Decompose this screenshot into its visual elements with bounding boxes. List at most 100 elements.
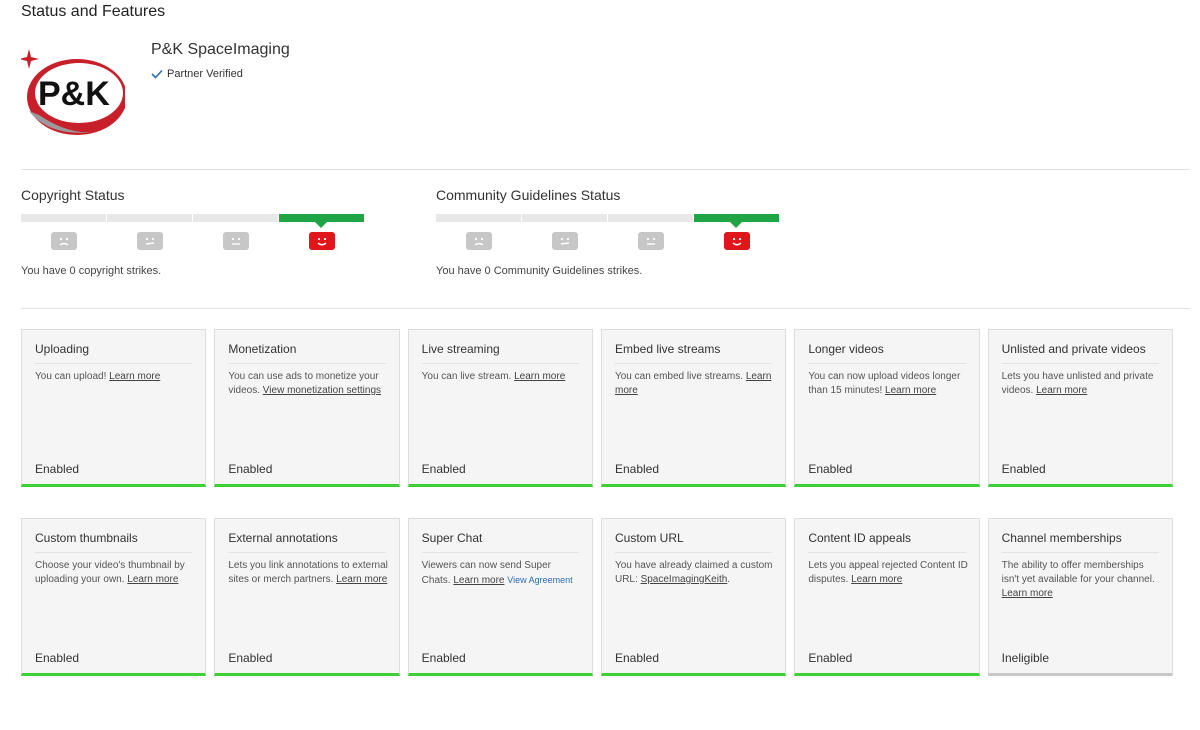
strike-bar-segment [694, 214, 779, 228]
feature-state: Enabled [228, 651, 273, 665]
community-strike-bar [436, 214, 781, 228]
learn-more-link[interactable]: View monetization settings [263, 385, 381, 396]
smiley-face-icon [723, 232, 750, 250]
feature-card: Custom URL You have already claimed a cus… [600, 518, 787, 676]
face-slot [279, 232, 364, 250]
feature-description: Viewers can now send Super Chats. Learn … [422, 559, 582, 588]
feature-state: Enabled [614, 462, 660, 476]
feature-state: Enabled [421, 462, 466, 476]
feature-title: Monetization [228, 342, 386, 364]
feature-state: Enabled [614, 651, 660, 665]
feature-state: Enabled [808, 462, 853, 476]
strike-bar-segment [608, 214, 693, 222]
feature-state: Enabled [421, 651, 466, 665]
feature-card: Content ID appeals Lets you appeal reject… [794, 518, 980, 676]
community-status-note: You have 0 Community Guidelines strikes. [436, 265, 643, 277]
community-status-title: Community Guidelines Status [436, 187, 621, 203]
feature-card: Channel memberships The ability to offer … [987, 518, 1173, 676]
learn-more-link[interactable]: Learn more [453, 575, 504, 586]
learn-more-link[interactable]: Learn more [109, 371, 160, 382]
feature-title: Embed live streams [614, 342, 773, 364]
feature-state: Enabled [35, 651, 80, 665]
feature-description: Lets you appeal rejected Content ID disp… [808, 559, 968, 587]
learn-more-link[interactable]: SpaceImagingKeith [641, 574, 728, 585]
face-slot [107, 232, 192, 250]
feature-description: You have already claimed a custom URL: S… [615, 559, 775, 587]
feature-title: Super Chat [421, 531, 579, 553]
feature-description: Lets you have unlisted and private video… [1002, 370, 1162, 398]
feature-card: Longer videos You can now upload videos l… [794, 329, 980, 487]
learn-more-link[interactable]: Learn more [851, 574, 902, 585]
copyright-strike-faces [21, 232, 366, 250]
face-slot [694, 232, 779, 250]
feature-title: Unlisted and private videos [1001, 342, 1159, 364]
feature-title: Content ID appeals [808, 531, 966, 553]
feature-text: You can upload! [35, 371, 107, 382]
feature-card: Embed live streams You can embed live str… [600, 329, 787, 487]
face-slot [21, 232, 106, 250]
copyright-status-title: Copyright Status [21, 187, 125, 203]
feature-title: Live streaming [421, 342, 579, 364]
feature-state: Ineligible [1001, 651, 1050, 665]
feature-title: Custom thumbnails [35, 531, 193, 553]
feature-description: You can upload! Learn more [35, 370, 195, 384]
learn-more-link[interactable]: Learn more [127, 574, 178, 585]
feature-description: Lets you link annotations to external si… [228, 559, 388, 587]
frown-face-icon [136, 232, 163, 250]
svg-text:P&K: P&K [38, 75, 110, 113]
feature-title: Longer videos [808, 342, 966, 364]
feature-card: Super Chat Viewers can now send Super Cha… [407, 518, 593, 676]
strike-bar-segment [193, 214, 278, 222]
feature-description: You can embed live streams. Learn more [615, 370, 775, 398]
copyright-status: Copyright Status You have 0 copyright st… [21, 187, 366, 277]
strike-bar-segment [522, 214, 607, 222]
learn-more-link[interactable]: Learn more [1036, 385, 1087, 396]
feature-text: You can embed live streams. [614, 371, 744, 382]
smiley-face-icon [308, 232, 335, 250]
feature-state: Enabled [35, 462, 80, 476]
frown-face-icon [465, 232, 492, 250]
features-row-1: Uploading You can upload! Learn more Enabl… [21, 329, 1173, 487]
feature-text: You can live stream. [421, 371, 512, 382]
feature-state: Enabled [808, 651, 853, 665]
feature-title: Custom URL [614, 531, 773, 553]
frown-face-icon [222, 232, 249, 250]
frown-face-icon [551, 232, 578, 250]
learn-more-link[interactable]: Learn more [514, 371, 565, 382]
feature-description: The ability to offer memberships isn't y… [1002, 559, 1162, 601]
feature-card: Live streaming You can live stream. Learn… [407, 329, 593, 487]
frown-face-icon [637, 232, 664, 250]
face-slot [436, 232, 521, 250]
feature-card: Unlisted and private videos Lets you have… [987, 329, 1173, 487]
feature-card: Monetization You can use ads to monetize … [214, 329, 400, 487]
channel-logo: P&K [19, 41, 127, 145]
face-slot [608, 232, 693, 250]
strike-bar-segment [107, 214, 192, 222]
partner-verified: Partner Verified [151, 68, 243, 80]
checkmark-icon [151, 69, 163, 79]
learn-more-link[interactable]: Learn more [336, 574, 387, 585]
community-strike-faces [436, 232, 781, 250]
community-guidelines-status: Community Guidelines Status You have 0 C… [436, 187, 781, 277]
feature-description: Choose your video's thumbnail by uploadi… [35, 559, 195, 587]
feature-title: External annotations [228, 531, 386, 553]
feature-card: External annotations Lets you link annota… [214, 518, 400, 676]
feature-card: Custom thumbnails Choose your video's thu… [21, 518, 207, 676]
learn-more-link[interactable]: Learn more [885, 385, 936, 396]
feature-text-suffix: . [727, 574, 731, 585]
features-row-2: Custom thumbnails Choose your video's thu… [21, 518, 1173, 676]
feature-description: You can now upload videos longer than 15… [808, 370, 968, 398]
verified-label: Partner Verified [167, 68, 243, 80]
page-title: Status and Features [21, 3, 166, 20]
copyright-status-note: You have 0 copyright strikes. [21, 265, 162, 277]
feature-text: The ability to offer memberships isn't y… [1001, 560, 1155, 585]
face-slot [193, 232, 278, 250]
learn-more-link[interactable]: Learn more [1002, 588, 1053, 599]
divider [21, 169, 1190, 170]
copyright-strike-bar [21, 214, 366, 228]
feature-card: Uploading You can upload! Learn more Enabl… [21, 329, 207, 487]
frown-face-icon [50, 232, 77, 250]
face-slot [522, 232, 607, 250]
view-agreement-link[interactable]: View Agreement [507, 575, 572, 585]
strike-bar-segment [436, 214, 521, 222]
